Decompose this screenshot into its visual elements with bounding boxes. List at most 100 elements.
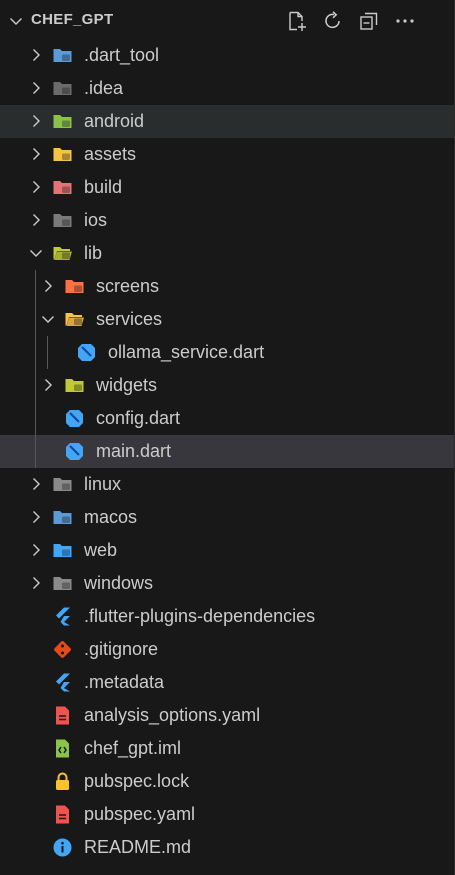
chevron-right-icon[interactable] xyxy=(40,278,56,294)
indent-guide xyxy=(47,336,48,369)
tree-folder-row[interactable]: build xyxy=(0,171,454,204)
tree-folder-row[interactable]: .idea xyxy=(0,72,454,105)
tree-file-row[interactable]: main.dart xyxy=(0,435,454,468)
explorer-header[interactable]: CHEF_GPT xyxy=(0,0,454,40)
tree-file-row[interactable]: .flutter-plugins-dependencies xyxy=(0,600,454,633)
tree-item-label: chef_gpt.iml xyxy=(84,738,182,758)
chevron-right-icon[interactable] xyxy=(28,47,44,63)
chevron-right-icon[interactable] xyxy=(28,509,44,525)
folder-dart-tool-icon xyxy=(53,49,72,62)
tree-file-row[interactable]: pubspec.yaml xyxy=(0,798,454,831)
tree-item-label: web xyxy=(84,540,118,560)
folder-widgets-icon xyxy=(65,379,84,392)
tree-file-row[interactable]: ollama_service.dart xyxy=(0,336,454,369)
yaml-file-icon xyxy=(56,805,69,824)
chevron-right-icon[interactable] xyxy=(28,113,44,129)
chevron-down-icon[interactable] xyxy=(40,311,56,327)
tree-folder-row[interactable]: linux xyxy=(0,468,454,501)
tree-file-row[interactable]: README.md xyxy=(0,831,454,864)
folder-web-icon xyxy=(53,544,72,557)
chevron-right-icon[interactable] xyxy=(28,80,44,96)
tree-item-label: main.dart xyxy=(96,441,172,461)
tree-folder-row[interactable]: .dart_tool xyxy=(0,39,454,72)
tree-folder-row[interactable]: windows xyxy=(0,567,454,600)
tree-item-label: ollama_service.dart xyxy=(108,342,265,362)
tree-folder-row[interactable]: ios xyxy=(0,204,454,237)
tree-item-label: .dart_tool xyxy=(84,45,160,65)
folder-lib-icon xyxy=(53,247,72,260)
tree-file-row[interactable]: .metadata xyxy=(0,666,454,699)
file-tree: .dart_tool .idea android assets build ios lib s… xyxy=(0,39,454,864)
iml-file-icon xyxy=(56,739,69,758)
indent-guide xyxy=(35,270,36,468)
tree-file-row[interactable]: analysis_options.yaml xyxy=(0,699,454,732)
tree-item-label: README.md xyxy=(84,837,192,857)
tree-item-label: assets xyxy=(84,144,137,164)
folder-services-icon xyxy=(65,313,84,326)
tree-item-label: .idea xyxy=(84,78,124,98)
tree-item-label: pubspec.lock xyxy=(84,771,190,791)
tree-file-row[interactable]: config.dart xyxy=(0,402,454,435)
collapse-all-icon[interactable] xyxy=(358,10,380,32)
explorer-panel: CHEF_GPT .dart_tool .idea android assets… xyxy=(0,0,455,875)
tree-item-label: .metadata xyxy=(84,672,165,692)
flutter-file-icon xyxy=(56,673,70,692)
chevron-right-icon[interactable] xyxy=(40,377,56,393)
tree-item-label: build xyxy=(84,177,123,197)
tree-item-label: widgets xyxy=(96,375,158,395)
chevron-right-icon[interactable] xyxy=(28,476,44,492)
chevron-right-icon[interactable] xyxy=(28,179,44,195)
folder-windows-icon xyxy=(53,577,72,590)
tree-folder-row[interactable]: macos xyxy=(0,501,454,534)
chevron-down-icon[interactable] xyxy=(8,13,24,29)
yaml-file-icon xyxy=(56,706,69,725)
folder-assets-icon xyxy=(53,148,72,161)
tree-folder-row[interactable]: lib xyxy=(0,237,454,270)
dart-file-icon xyxy=(78,344,95,361)
tree-item-label: .gitignore xyxy=(84,639,159,659)
chevron-right-icon[interactable] xyxy=(28,146,44,162)
git-file-icon xyxy=(54,641,71,658)
workspace-title: CHEF_GPT xyxy=(31,11,114,28)
tree-folder-row[interactable]: android xyxy=(0,105,454,138)
tree-folder-row[interactable]: services xyxy=(0,303,454,336)
tree-item-label: ios xyxy=(84,210,108,230)
flutter-file-icon xyxy=(56,607,70,626)
chevron-right-icon[interactable] xyxy=(28,575,44,591)
tree-item-label: analysis_options.yaml xyxy=(84,705,261,725)
tree-item-label: macos xyxy=(84,507,138,527)
tree-folder-row[interactable]: screens xyxy=(0,270,454,303)
header-actions xyxy=(286,10,430,32)
folder-macos-icon xyxy=(53,511,72,524)
lock-file-icon xyxy=(56,772,69,790)
chevron-down-icon[interactable] xyxy=(28,245,44,261)
folder-ios-icon xyxy=(53,214,72,227)
dart-file-icon xyxy=(66,410,83,427)
folder-linux-icon xyxy=(53,478,72,491)
tree-file-row[interactable]: pubspec.lock xyxy=(0,765,454,798)
chevron-right-icon[interactable] xyxy=(28,542,44,558)
folder-build-icon xyxy=(53,181,72,194)
tree-item-label: lib xyxy=(84,243,103,263)
chevron-right-icon[interactable] xyxy=(28,212,44,228)
more-icon[interactable] xyxy=(394,10,416,32)
refresh-icon[interactable] xyxy=(322,10,344,32)
folder-android-icon xyxy=(53,115,72,128)
tree-item-label: windows xyxy=(84,573,154,593)
folder-idea-icon xyxy=(53,82,72,95)
new-file-icon[interactable] xyxy=(286,10,308,32)
tree-folder-row[interactable]: web xyxy=(0,534,454,567)
info-file-icon xyxy=(53,838,72,857)
tree-file-row[interactable]: .gitignore xyxy=(0,633,454,666)
tree-item-label: config.dart xyxy=(96,408,181,428)
tree-folder-row[interactable]: widgets xyxy=(0,369,454,402)
tree-item-label: pubspec.yaml xyxy=(84,804,196,824)
dart-file-icon xyxy=(66,443,83,460)
tree-item-label: linux xyxy=(84,474,122,494)
tree-item-label: .flutter-plugins-dependencies xyxy=(84,606,316,626)
tree-file-row[interactable]: chef_gpt.iml xyxy=(0,732,454,765)
tree-folder-row[interactable]: assets xyxy=(0,138,454,171)
folder-screens-icon xyxy=(65,280,84,293)
tree-item-label: services xyxy=(96,309,163,329)
tree-item-label: android xyxy=(84,111,145,131)
